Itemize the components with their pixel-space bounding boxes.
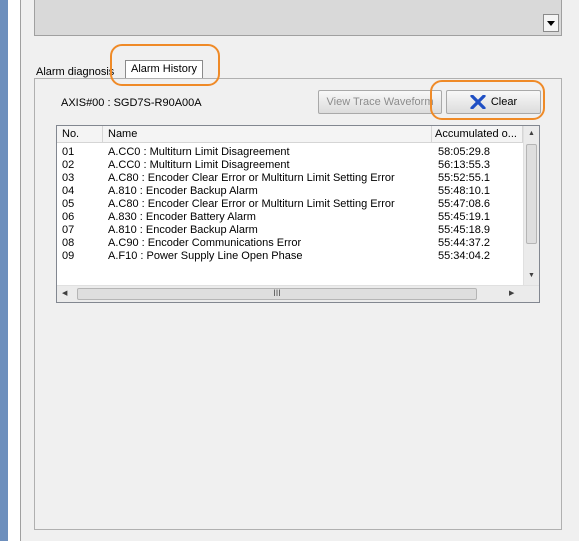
row-no: 08 xyxy=(62,237,75,249)
row-time: 55:52:55.1 xyxy=(438,172,490,184)
left-edge-stripe xyxy=(0,0,8,541)
scroll-right-icon[interactable]: ▶ xyxy=(509,289,514,297)
row-name: A.810 : Encoder Backup Alarm xyxy=(108,185,258,197)
scroll-left-icon[interactable]: ◀ xyxy=(62,289,67,297)
view-trace-waveform-label: View Trace Waveform xyxy=(326,96,434,108)
row-no: 06 xyxy=(62,211,75,223)
axis-label: AXIS#00 : SGD7S-R90A00A xyxy=(61,97,202,109)
horizontal-scroll-thumb[interactable]: III xyxy=(77,288,477,300)
table-row[interactable]: 06 A.830 : Encoder Battery Alarm 55:45:1… xyxy=(57,211,523,224)
table-row[interactable]: 05 A.C80 : Encoder Clear Error or Multit… xyxy=(57,198,523,211)
vertical-scroll-thumb[interactable] xyxy=(526,144,537,244)
vertical-scrollbar[interactable]: ▲ ▼ xyxy=(523,126,539,285)
horizontal-scrollbar[interactable]: ◀ III ▶ xyxy=(57,285,539,302)
table-row[interactable]: 04 A.810 : Encoder Backup Alarm 55:48:10… xyxy=(57,185,523,198)
scroll-grip: III xyxy=(273,288,281,298)
alarm-history-table: No. Name Accumulated o... 01 A.CC0 : Mul… xyxy=(56,125,540,303)
row-name: A.C80 : Encoder Clear Error or Multiturn… xyxy=(108,172,395,184)
row-no: 01 xyxy=(62,146,75,158)
row-name: A.CC0 : Multiturn Limit Disagreement xyxy=(108,146,290,158)
tab-alarm-diagnosis[interactable]: Alarm diagnosis xyxy=(36,66,114,78)
row-time: 55:45:18.9 xyxy=(438,224,490,236)
row-no: 05 xyxy=(62,198,75,210)
row-name: A.CC0 : Multiturn Limit Disagreement xyxy=(108,159,290,171)
column-header-no[interactable]: No. xyxy=(57,126,103,143)
row-name: A.F10 : Power Supply Line Open Phase xyxy=(108,250,303,262)
row-name: A.830 : Encoder Battery Alarm xyxy=(108,211,256,223)
row-time: 56:13:55.3 xyxy=(438,159,490,171)
row-time: 55:47:08.6 xyxy=(438,198,490,210)
scroll-up-icon[interactable]: ▲ xyxy=(528,130,535,137)
table-row[interactable]: 09 A.F10 : Power Supply Line Open Phase … xyxy=(57,250,523,263)
highlight-alarm-history-tab xyxy=(110,44,220,86)
view-trace-waveform-button[interactable]: View Trace Waveform xyxy=(318,90,442,114)
row-no: 02 xyxy=(62,159,75,171)
table-row[interactable]: 03 A.C80 : Encoder Clear Error or Multit… xyxy=(57,172,523,185)
top-combo-box[interactable] xyxy=(34,0,562,36)
row-time: 55:48:10.1 xyxy=(438,185,490,197)
column-header-name[interactable]: Name xyxy=(103,126,432,143)
row-time: 55:45:19.1 xyxy=(438,211,490,223)
chevron-down-icon xyxy=(547,20,555,26)
row-time: 58:05:29.8 xyxy=(438,146,490,158)
combo-dropdown-button[interactable] xyxy=(543,14,559,32)
table-row[interactable]: 01 A.CC0 : Multiturn Limit Disagreement … xyxy=(57,146,523,159)
row-name: A.C90 : Encoder Communications Error xyxy=(108,237,302,249)
row-time: 55:44:37.2 xyxy=(438,237,490,249)
row-no: 07 xyxy=(62,224,75,236)
highlight-clear-button xyxy=(430,80,545,120)
table-row[interactable]: 02 A.CC0 : Multiturn Limit Disagreement … xyxy=(57,159,523,172)
row-no: 03 xyxy=(62,172,75,184)
row-name: A.810 : Encoder Backup Alarm xyxy=(108,224,258,236)
row-no: 09 xyxy=(62,250,75,262)
row-no: 04 xyxy=(62,185,75,197)
table-row[interactable]: 08 A.C90 : Encoder Communications Error … xyxy=(57,237,523,250)
scroll-down-icon[interactable]: ▼ xyxy=(528,272,535,279)
table-row[interactable]: 07 A.810 : Encoder Backup Alarm 55:45:18… xyxy=(57,224,523,237)
row-name: A.C80 : Encoder Clear Error or Multiturn… xyxy=(108,198,395,210)
column-header-accumulated[interactable]: Accumulated o... xyxy=(432,126,523,143)
row-time: 55:34:04.2 xyxy=(438,250,490,262)
